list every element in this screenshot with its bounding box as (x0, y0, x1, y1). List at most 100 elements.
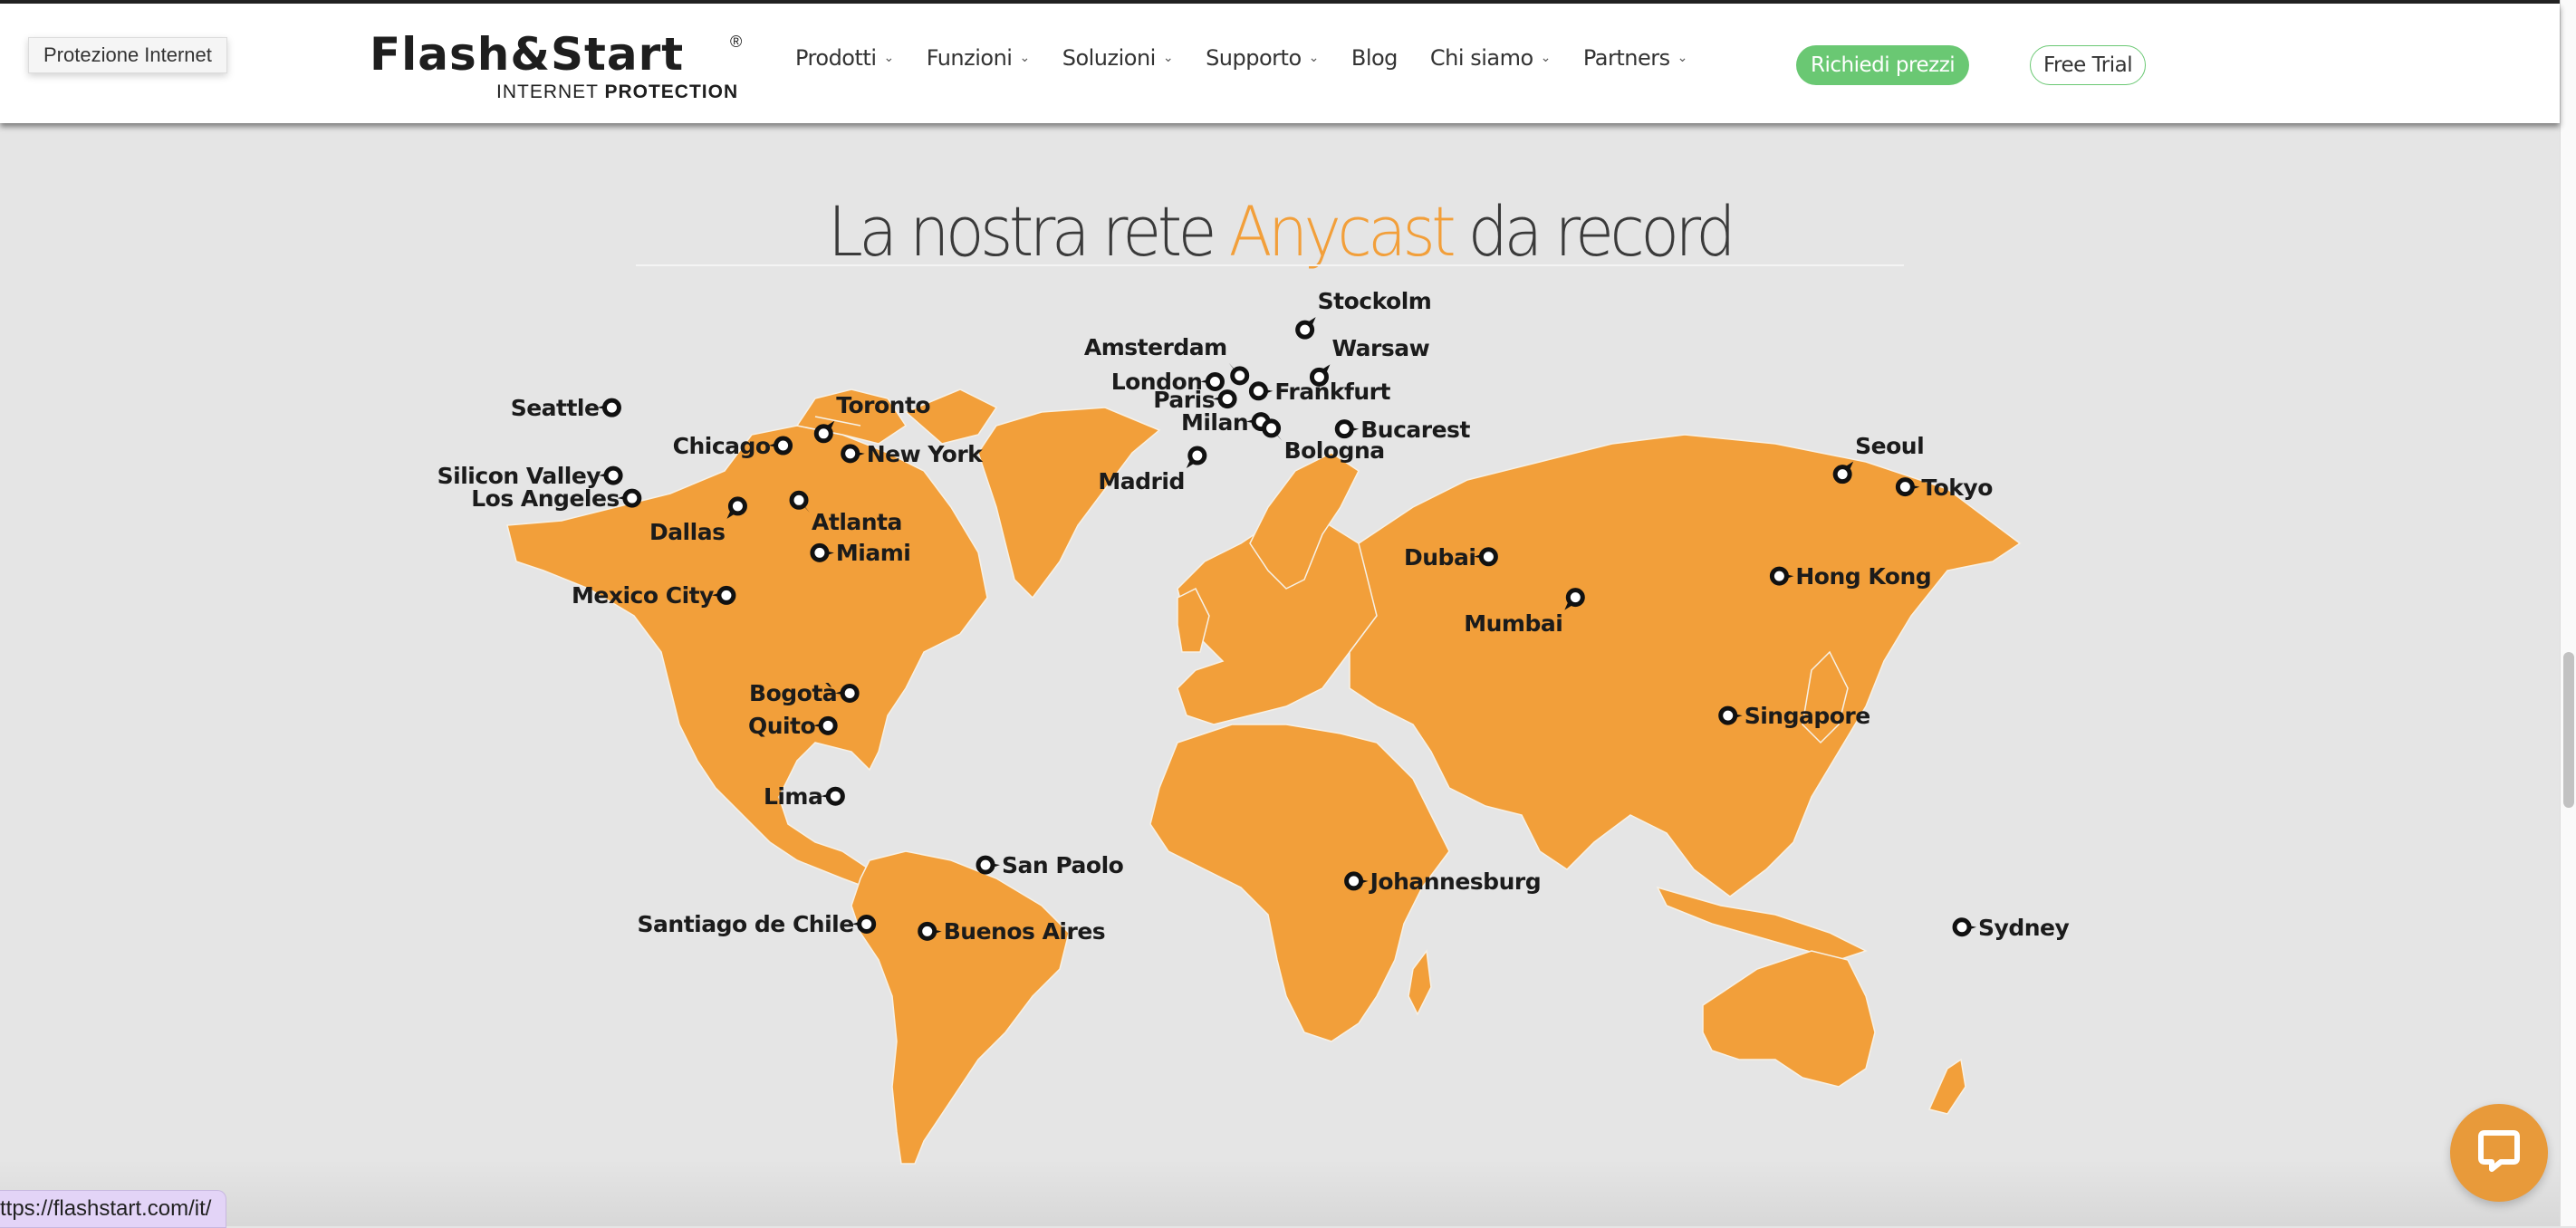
pin-ring (774, 436, 793, 456)
pin-ring (603, 465, 623, 485)
city-label: Tokyo (1921, 474, 1993, 501)
chevron-down-icon: ⌄ (883, 51, 894, 65)
status-bar-url: ttps://flashstart.com/it/ (0, 1190, 227, 1228)
city-label: Atlanta (812, 509, 902, 536)
nav-label: Partners (1582, 45, 1670, 71)
logo-tagline-bold: PROTECTION (604, 82, 739, 102)
city-label: Miami (835, 540, 911, 567)
city-label: Mexico City (572, 582, 714, 609)
chat-bubble-icon (2478, 1130, 2520, 1172)
pin-ring (716, 585, 736, 605)
nav-item-soluzioni[interactable]: Soluzioni ⌄ (1062, 45, 1174, 71)
land-madagascar (1408, 949, 1432, 1016)
pin-ring (1334, 419, 1354, 439)
pin-icon (1186, 446, 1207, 469)
nav-item-chi-siamo[interactable]: Chi siamo ⌄ (1430, 45, 1551, 71)
city-label: Milan (1180, 408, 1249, 436)
pin-ring (857, 914, 877, 934)
free-trial-button[interactable]: Free Trial (2030, 45, 2147, 85)
pin-ring (976, 855, 995, 875)
pin-ring (825, 786, 845, 806)
land-south-america (851, 850, 1070, 1165)
pin-icon (1262, 418, 1283, 441)
pin-ring (1769, 566, 1789, 586)
pin-icon (1952, 917, 1977, 937)
pin-icon (617, 488, 642, 508)
city-label: Seattle (510, 395, 600, 422)
nav-item-prodotti[interactable]: Prodotti ⌄ (795, 45, 894, 71)
city-label: Mumbai (1464, 609, 1563, 637)
city-label: Dubai (1404, 543, 1476, 571)
pin-ring (1217, 389, 1237, 409)
pin-ring (1230, 366, 1250, 386)
pin-ring (841, 444, 860, 464)
chevron-down-icon: ⌄ (1677, 51, 1688, 65)
nav-item-partners[interactable]: Partners ⌄ (1583, 45, 1687, 71)
pin-ring (1344, 871, 1364, 891)
city-label: Bucarest (1360, 416, 1470, 443)
pin-ring (810, 542, 830, 562)
chevron-down-icon: ⌄ (1019, 51, 1030, 65)
request-prices-button[interactable]: Richiedi prezzi (1796, 45, 1970, 85)
pin-icon (597, 398, 621, 417)
nav-item-supporto[interactable]: Supporto ⌄ (1206, 45, 1319, 71)
chevron-down-icon: ⌄ (1162, 51, 1174, 65)
pin-ring (1895, 477, 1915, 497)
pin-icon (1295, 317, 1316, 340)
chat-button[interactable] (2450, 1104, 2548, 1202)
pin-ring (727, 496, 747, 516)
main-nav: Prodotti ⌄ Funzioni ⌄ Soluzioni ⌄ Suppor… (795, 45, 1720, 71)
logo-tagline-light: INTERNET (496, 82, 599, 102)
pin-ring (813, 424, 833, 444)
land-new-zealand (1927, 1058, 1966, 1115)
city-label: Lima (763, 783, 823, 811)
pin-ring (789, 490, 809, 510)
site-header: Protezione Internet Flash&Start ® INTERN… (0, 4, 2560, 123)
nav-label: Soluzioni (1062, 45, 1157, 71)
pin-ring (1565, 588, 1585, 608)
city-label: San Paolo (1002, 852, 1124, 879)
city-label: Quito (747, 713, 816, 740)
pin-ring (1952, 917, 1972, 937)
pin-ring (1718, 705, 1738, 725)
city-label: Hong Kong (1795, 563, 1932, 590)
nav-label: Supporto (1206, 45, 1302, 71)
nav-label: Prodotti (795, 45, 877, 71)
pin-ring (622, 488, 642, 508)
pin-ring (601, 398, 621, 417)
nav-item-funzioni[interactable]: Funzioni ⌄ (927, 45, 1030, 71)
city-label: Dallas (649, 518, 726, 545)
city-label: Johannesburg (1370, 868, 1542, 895)
city-label: Warsaw (1331, 335, 1430, 362)
pin-icon (976, 855, 1001, 875)
chevron-down-icon: ⌄ (1308, 51, 1320, 65)
pin-icon (1248, 381, 1274, 401)
nav-label: Chi siamo (1429, 45, 1533, 71)
nav-label: Funzioni (926, 45, 1013, 71)
registered-mark: ® (730, 33, 743, 51)
city-label: Buenos Aires (943, 918, 1106, 945)
pin-icon (1334, 419, 1360, 439)
pin-icon (599, 465, 623, 485)
nav-item-blog[interactable]: Blog (1351, 45, 1399, 71)
chevron-down-icon: ⌄ (1540, 51, 1552, 65)
pin-icon (1213, 389, 1237, 409)
city-label: Seoul (1855, 432, 1925, 459)
scrollbar-thumb[interactable] (2563, 652, 2574, 808)
pin-ring (918, 921, 937, 941)
land-asia (1349, 434, 2022, 897)
city-label: Los Angeles (471, 485, 620, 513)
pin-ring (1262, 418, 1282, 438)
pin-icon (821, 786, 845, 806)
pin-icon (1228, 362, 1250, 386)
pin-ring (1832, 465, 1852, 484)
land-greenland (977, 407, 1161, 600)
city-label: Toronto (836, 391, 931, 418)
pin-ring (1295, 320, 1315, 340)
flashstart-logo[interactable]: Flash&Start ® INTERNET PROTECTION (370, 27, 750, 109)
tooltip-protezione-internet: Protezione Internet (28, 37, 227, 73)
pin-ring (1248, 381, 1268, 401)
land-indonesia (1656, 886, 1868, 961)
page-scrollbar[interactable] (2560, 0, 2576, 1226)
pin-ring (818, 715, 838, 735)
